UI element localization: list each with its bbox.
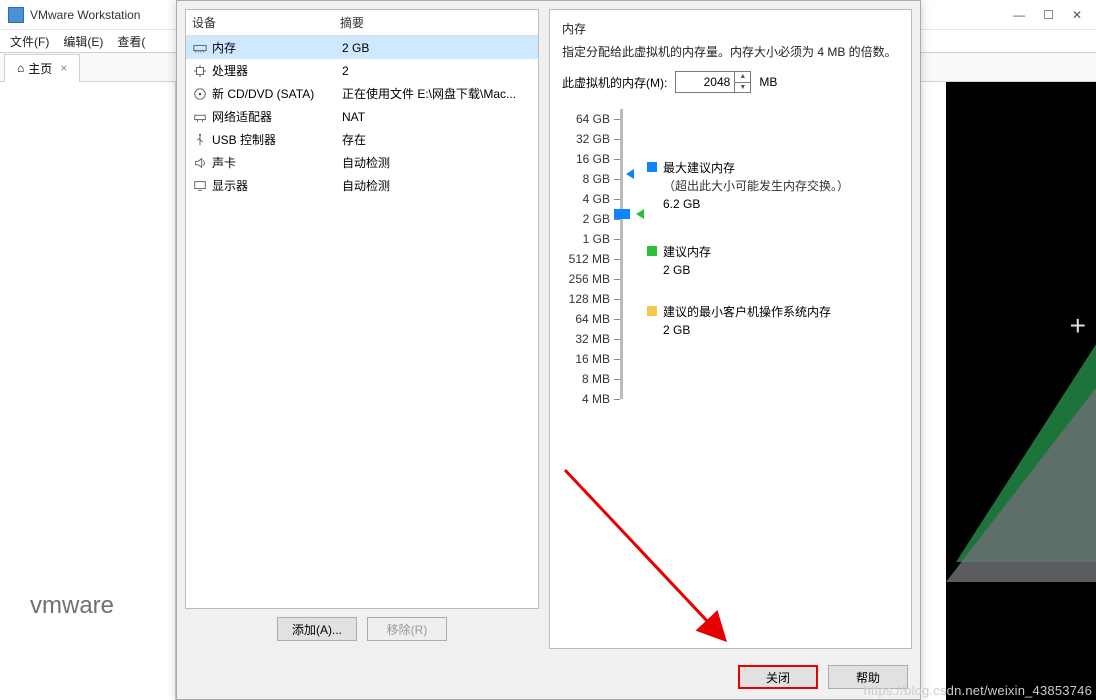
close-button[interactable]: 关闭: [738, 665, 818, 689]
device-name: 网络适配器: [212, 108, 342, 125]
app-icon: [8, 7, 24, 23]
device-summary: 2 GB: [342, 41, 532, 55]
device-summary: 2: [342, 64, 532, 78]
memory-title: 内存: [562, 20, 899, 37]
device-name: 处理器: [212, 62, 342, 79]
memory-input[interactable]: [675, 71, 735, 93]
network-icon: [192, 110, 208, 124]
remove-device-button[interactable]: 移除(R): [367, 617, 447, 641]
device-row-cpu[interactable]: 处理器2: [186, 59, 538, 82]
device-row-disc[interactable]: 新 CD/DVD (SATA)正在使用文件 E:\网盘下载\Mac...: [186, 82, 538, 105]
legend-min-label: 建议的最小客户机操作系统内存: [663, 303, 831, 321]
device-name: 新 CD/DVD (SATA): [212, 85, 342, 102]
memory-tick: 64 GB: [562, 109, 637, 129]
device-row-sound[interactable]: 声卡自动检测: [186, 151, 538, 174]
legend-max-value: 6.2 GB: [663, 195, 849, 213]
legend-min-value: 2 GB: [663, 321, 831, 339]
home-icon: ⌂: [17, 61, 24, 75]
device-name: 显示器: [212, 177, 342, 194]
menu-view[interactable]: 查看(: [117, 33, 145, 50]
memory-input-row: 此虚拟机的内存(M): ▲▼ MB: [562, 71, 899, 93]
device-summary: 正在使用文件 E:\网盘下载\Mac...: [342, 85, 532, 102]
recommended-memory-marker-icon: [636, 209, 644, 219]
menu-edit[interactable]: 编辑(E): [63, 33, 103, 50]
memory-tick: 8 MB: [562, 369, 637, 389]
legend-rec-swatch-icon: [647, 246, 657, 256]
legend-max: 最大建议内存 （超出此大小可能发生内存交换。） 6.2 GB: [647, 159, 899, 213]
memory-icon: [192, 41, 208, 55]
memory-tick: 32 MB: [562, 329, 637, 349]
plus-icon: +: [1070, 310, 1086, 342]
usb-icon: [192, 133, 208, 147]
legend-max-label: 最大建议内存: [663, 159, 849, 177]
display-icon: [192, 179, 208, 193]
add-device-button[interactable]: 添加(A)...: [277, 617, 357, 641]
memory-spinner[interactable]: ▲▼: [735, 71, 751, 93]
memory-tick: 64 MB: [562, 309, 637, 329]
legend-max-note: （超出此大小可能发生内存交换。）: [663, 177, 849, 195]
hardware-dialog: 设备 摘要 内存2 GB处理器2新 CD/DVD (SATA)正在使用文件 E:…: [176, 0, 921, 700]
device-name: USB 控制器: [212, 131, 342, 148]
device-list-header: 设备 摘要: [186, 10, 538, 36]
app-title: VMware Workstation: [30, 8, 140, 22]
memory-tick: 32 GB: [562, 129, 637, 149]
memory-tick: 4 MB: [562, 389, 637, 409]
legend-min-swatch-icon: [647, 306, 657, 316]
sound-icon: [192, 156, 208, 170]
header-summary: 摘要: [340, 14, 364, 31]
device-row-memory[interactable]: 内存2 GB: [186, 36, 538, 59]
device-name: 声卡: [212, 154, 342, 171]
legend-max-swatch-icon: [647, 162, 657, 172]
memory-tick: 128 MB: [562, 289, 637, 309]
minimize-button[interactable]: —: [1013, 8, 1025, 22]
close-window-button[interactable]: ✕: [1072, 8, 1082, 22]
watermark: https://blog.csdn.net/weixin_43853746: [863, 683, 1092, 698]
legend-rec-value: 2 GB: [663, 261, 711, 279]
tab-home[interactable]: ⌂ 主页 ×: [4, 54, 80, 82]
memory-unit: MB: [759, 75, 777, 89]
device-name: 内存: [212, 39, 342, 56]
memory-slider-thumb[interactable]: [614, 209, 630, 219]
memory-panel: 内存 指定分配给此虚拟机的内存量。内存大小必须为 4 MB 的倍数。 此虚拟机的…: [549, 9, 912, 649]
header-device: 设备: [192, 14, 340, 31]
tab-close-icon[interactable]: ×: [60, 61, 67, 75]
device-panel: 设备 摘要 内存2 GB处理器2新 CD/DVD (SATA)正在使用文件 E:…: [185, 9, 539, 649]
memory-tick: 4 GB: [562, 189, 637, 209]
device-summary: NAT: [342, 110, 532, 124]
device-list: 设备 摘要 内存2 GB处理器2新 CD/DVD (SATA)正在使用文件 E:…: [185, 9, 539, 609]
memory-legend: 最大建议内存 （超出此大小可能发生内存交换。） 6.2 GB 建议内存 2 GB: [647, 109, 899, 409]
memory-tick: 1 GB: [562, 229, 637, 249]
legend-recommended: 建议内存 2 GB: [647, 243, 899, 279]
memory-scale[interactable]: 64 GB32 GB16 GB8 GB4 GB2 GB1 GB512 MB256…: [562, 109, 637, 409]
sidebar: vmware: [0, 82, 176, 700]
memory-tick: 256 MB: [562, 269, 637, 289]
window-controls: — ☐ ✕: [1013, 8, 1088, 22]
memory-tick: 512 MB: [562, 249, 637, 269]
memory-input-label: 此虚拟机的内存(M):: [562, 74, 667, 91]
cpu-icon: [192, 64, 208, 78]
disc-icon: [192, 87, 208, 101]
vmware-logo: vmware: [30, 592, 114, 620]
device-summary: 自动检测: [342, 177, 532, 194]
maximize-button[interactable]: ☐: [1043, 8, 1054, 22]
max-memory-marker-icon: [626, 169, 634, 179]
memory-description: 指定分配给此虚拟机的内存量。内存大小必须为 4 MB 的倍数。: [562, 43, 899, 61]
memory-tick: 16 MB: [562, 349, 637, 369]
menu-file[interactable]: 文件(F): [10, 33, 49, 50]
device-buttons: 添加(A)... 移除(R): [185, 609, 539, 649]
device-row-network[interactable]: 网络适配器NAT: [186, 105, 538, 128]
legend-rec-label: 建议内存: [663, 243, 711, 261]
legend-min: 建议的最小客户机操作系统内存 2 GB: [647, 303, 899, 339]
device-row-display[interactable]: 显示器自动检测: [186, 174, 538, 197]
device-summary: 自动检测: [342, 154, 532, 171]
device-summary: 存在: [342, 131, 532, 148]
tab-home-label: 主页: [28, 60, 52, 77]
device-row-usb[interactable]: USB 控制器存在: [186, 128, 538, 151]
memory-tick: 16 GB: [562, 149, 637, 169]
right-graphic: [946, 82, 1096, 700]
